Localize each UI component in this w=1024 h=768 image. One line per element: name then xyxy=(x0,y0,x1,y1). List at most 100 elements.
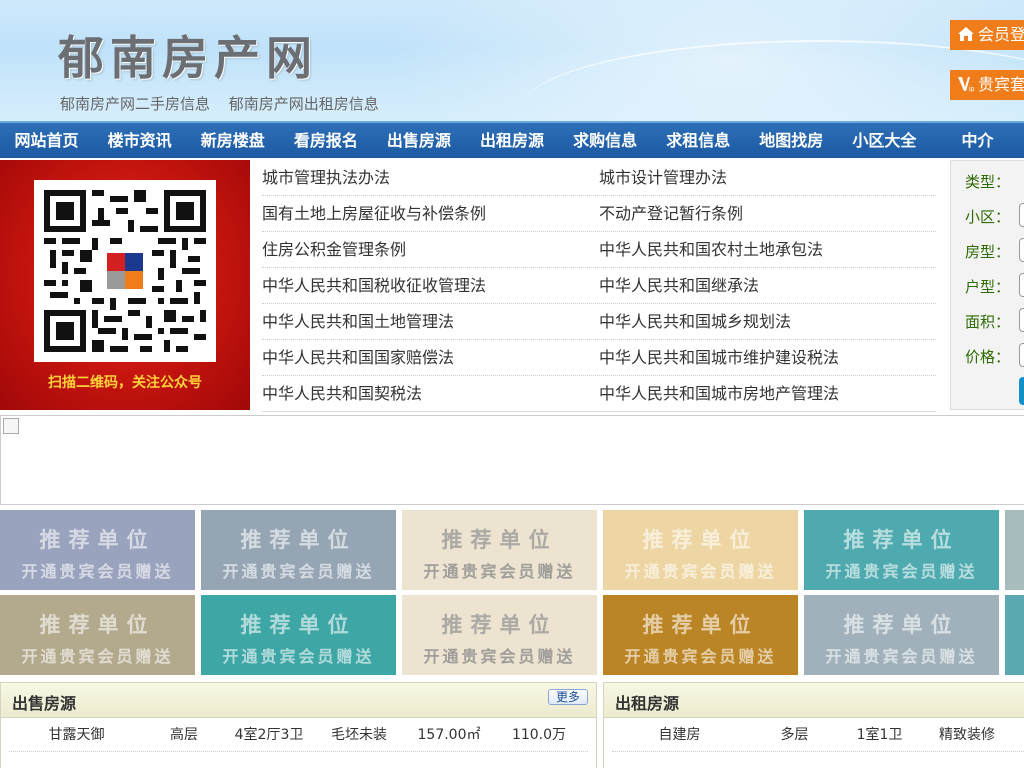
recommend-tile-sub: 开通贵宾会员赠送 xyxy=(624,562,777,581)
recommend-tile-sub: 开通贵宾会员赠送 xyxy=(21,647,174,666)
recommend-tile-sub: 开通贵宾会员赠送 xyxy=(21,562,174,581)
nav-item-map-search[interactable]: 地图找房 xyxy=(745,123,838,158)
search-submit-button[interactable] xyxy=(1019,377,1024,405)
recommend-tile-sub: 开通贵宾会员赠送 xyxy=(825,562,978,581)
rent-listings-box: 出租房源 自建房 多层 1室1卫 精致装修 xyxy=(603,682,1024,768)
nav-item-agents[interactable]: 中介 xyxy=(931,123,1024,158)
nav-item-new-homes[interactable]: 新房楼盘 xyxy=(186,123,279,158)
search-community-label: 小区： xyxy=(965,208,1011,226)
law-row: 中华人民共和国国家赔偿法 中华人民共和国城市维护建设税法 xyxy=(262,340,936,376)
recommend-tile[interactable]: 推荐单位 开通贵宾会员赠送 xyxy=(402,595,597,675)
nav-item-communities[interactable]: 小区大全 xyxy=(838,123,931,158)
recommend-tile-sub: 开通贵宾会员赠送 xyxy=(423,562,576,581)
recommend-tile-title: 推荐单位 xyxy=(642,613,759,637)
law-link[interactable]: 城市设计管理办法 xyxy=(599,160,936,195)
sale-listings-title[interactable]: 出售房源 xyxy=(12,690,76,714)
recommend-tile[interactable]: 推荐单位 开通贵宾会员赠送 xyxy=(0,595,195,675)
listing-community[interactable]: 甘露天御 xyxy=(9,718,144,751)
nav-item-for-rent[interactable]: 出租房源 xyxy=(465,123,558,158)
nav-item-for-sale[interactable]: 出售房源 xyxy=(372,123,465,158)
law-link[interactable]: 中华人民共和国契税法 xyxy=(262,376,599,411)
recommend-tile[interactable]: 推荐单位 开通贵宾会员赠送 xyxy=(804,595,999,675)
recommend-tile[interactable]: 推荐单位 开通贵宾会员赠送 xyxy=(0,510,195,590)
law-row: 城市管理执法办法 城市设计管理办法 xyxy=(262,160,936,196)
sale-more-button[interactable]: 更多 xyxy=(548,689,588,705)
nav-item-wanted-rent[interactable]: 求租信息 xyxy=(652,123,745,158)
site-header: 郁南房产网 郁南房产网二手房信息 郁南房产网出租房信息 会员登录 ip 贵宾套餐 xyxy=(0,0,1024,121)
recommend-tile[interactable] xyxy=(1005,510,1024,590)
rent-listings-title[interactable]: 出租房源 xyxy=(615,690,679,714)
law-link[interactable]: 中华人民共和国土地管理法 xyxy=(262,304,599,339)
rent-listing-row[interactable]: 自建房 多层 1室1卫 精致装修 xyxy=(612,718,1024,752)
recommend-tile-sub: 开通贵宾会员赠送 xyxy=(423,647,576,666)
search-area-label: 面积： xyxy=(965,313,1011,331)
rental-link[interactable]: 郁南房产网出租房信息 xyxy=(229,95,379,113)
law-link[interactable]: 中华人民共和国城市维护建设税法 xyxy=(599,340,936,375)
listing-layout: 4室2厅3卫 xyxy=(234,727,304,743)
recommend-tile-title: 推荐单位 xyxy=(39,613,156,637)
nav-item-news[interactable]: 楼市资讯 xyxy=(93,123,186,158)
law-link[interactable]: 中华人民共和国税收征收管理法 xyxy=(262,268,599,303)
broken-image-icon xyxy=(3,418,19,434)
nav-item-wanted-buy[interactable]: 求购信息 xyxy=(559,123,652,158)
listing-price: 110.0万 xyxy=(511,727,567,743)
recommend-tile-title: 推荐单位 xyxy=(39,528,156,552)
recommend-tile[interactable]: 推荐单位 开通贵宾会员赠送 xyxy=(603,510,798,590)
law-link[interactable]: 中华人民共和国城市房地产管理法 xyxy=(599,376,936,411)
law-link[interactable]: 不动产登记暂行条例 xyxy=(599,196,936,231)
qr-code xyxy=(34,180,216,362)
home-icon xyxy=(958,20,978,50)
law-link[interactable]: 中华人民共和国国家赔偿法 xyxy=(262,340,599,375)
law-row: 国有土地上房屋征收与补偿条例 不动产登记暂行条例 xyxy=(262,196,936,232)
law-link[interactable]: 国有土地上房屋征收与补偿条例 xyxy=(262,196,599,231)
nav-item-viewing-signup[interactable]: 看房报名 xyxy=(279,123,372,158)
ad-banner[interactable] xyxy=(0,415,1024,505)
header-sub-links: 郁南房产网二手房信息 郁南房产网出租房信息 xyxy=(60,93,393,114)
listing-building-type: 多层 xyxy=(780,727,809,743)
search-unit-select[interactable] xyxy=(1019,273,1024,297)
nav-item-home[interactable]: 网站首页 xyxy=(0,123,93,158)
recommend-tile[interactable]: 推荐单位 开通贵宾会员赠送 xyxy=(402,510,597,590)
search-layout-select[interactable] xyxy=(1019,238,1024,262)
search-type-label: 类型： xyxy=(965,173,1011,191)
qr-caption: 扫描二维码，关注公众号 xyxy=(48,375,202,391)
recommend-tile[interactable]: 推荐单位 开通贵宾会员赠送 xyxy=(201,510,396,590)
sale-listings-header: 出售房源 更多 xyxy=(1,683,596,718)
recommend-tile-title: 推荐单位 xyxy=(642,528,759,552)
rent-listings-header: 出租房源 xyxy=(604,683,1024,718)
sale-listing-row[interactable]: 甘露天御 高层 4室2厅3卫 毛坯未装 157.00㎡ 110.0万 xyxy=(9,718,588,752)
law-row: 中华人民共和国契税法 中华人民共和国城市房地产管理法 xyxy=(262,376,936,412)
recommend-tile-title: 推荐单位 xyxy=(240,528,357,552)
law-row: 中华人民共和国税收征收管理法 中华人民共和国继承法 xyxy=(262,268,936,304)
svg-text:ip: ip xyxy=(969,86,975,92)
recommend-tile-title: 推荐单位 xyxy=(843,528,960,552)
recommend-tile[interactable]: 推荐单位 开通贵宾会员赠送 xyxy=(804,510,999,590)
law-link[interactable]: 住房公积金管理条例 xyxy=(262,232,599,267)
site-logo-title[interactable]: 郁南房产网 xyxy=(58,22,318,88)
search-price-select[interactable] xyxy=(1019,343,1024,367)
wechat-qr-promo[interactable]: 扫描二维码，关注公众号 xyxy=(0,160,250,410)
recommend-tile-sub: 开通贵宾会员赠送 xyxy=(825,647,978,666)
listing-building-type: 高层 xyxy=(170,727,198,743)
law-row: 中华人民共和国土地管理法 中华人民共和国城乡规划法 xyxy=(262,304,936,340)
recommend-tile-title: 推荐单位 xyxy=(441,613,558,637)
search-community-input[interactable] xyxy=(1019,203,1024,227)
member-login-button[interactable]: 会员登录 xyxy=(950,20,1024,50)
property-search-panel: 类型： 小区： 房型： 户型： 面积： 价格： xyxy=(950,160,1024,410)
law-link[interactable]: 中华人民共和国农村土地承包法 xyxy=(599,232,936,267)
listing-community[interactable]: 自建房 xyxy=(612,718,747,751)
vip-icon: ip xyxy=(958,70,978,100)
search-area-select[interactable] xyxy=(1019,308,1024,332)
recommend-tile-title: 推荐单位 xyxy=(441,528,558,552)
law-link[interactable]: 中华人民共和国城乡规划法 xyxy=(599,304,936,339)
second-hand-link[interactable]: 郁南房产网二手房信息 xyxy=(60,95,210,113)
law-link[interactable]: 中华人民共和国继承法 xyxy=(599,268,936,303)
vip-package-button[interactable]: ip 贵宾套餐 xyxy=(950,70,1024,100)
listing-decoration: 精致装修 xyxy=(939,727,995,743)
recommend-tile[interactable]: 推荐单位 开通贵宾会员赠送 xyxy=(201,595,396,675)
recommend-tile[interactable]: 推荐单位 开通贵宾会员赠送 xyxy=(603,595,798,675)
law-link[interactable]: 城市管理执法办法 xyxy=(262,160,599,195)
recommend-tile[interactable] xyxy=(1005,595,1024,675)
vip-package-label: 贵宾套餐 xyxy=(978,75,1024,94)
member-login-label: 会员登录 xyxy=(978,25,1024,44)
